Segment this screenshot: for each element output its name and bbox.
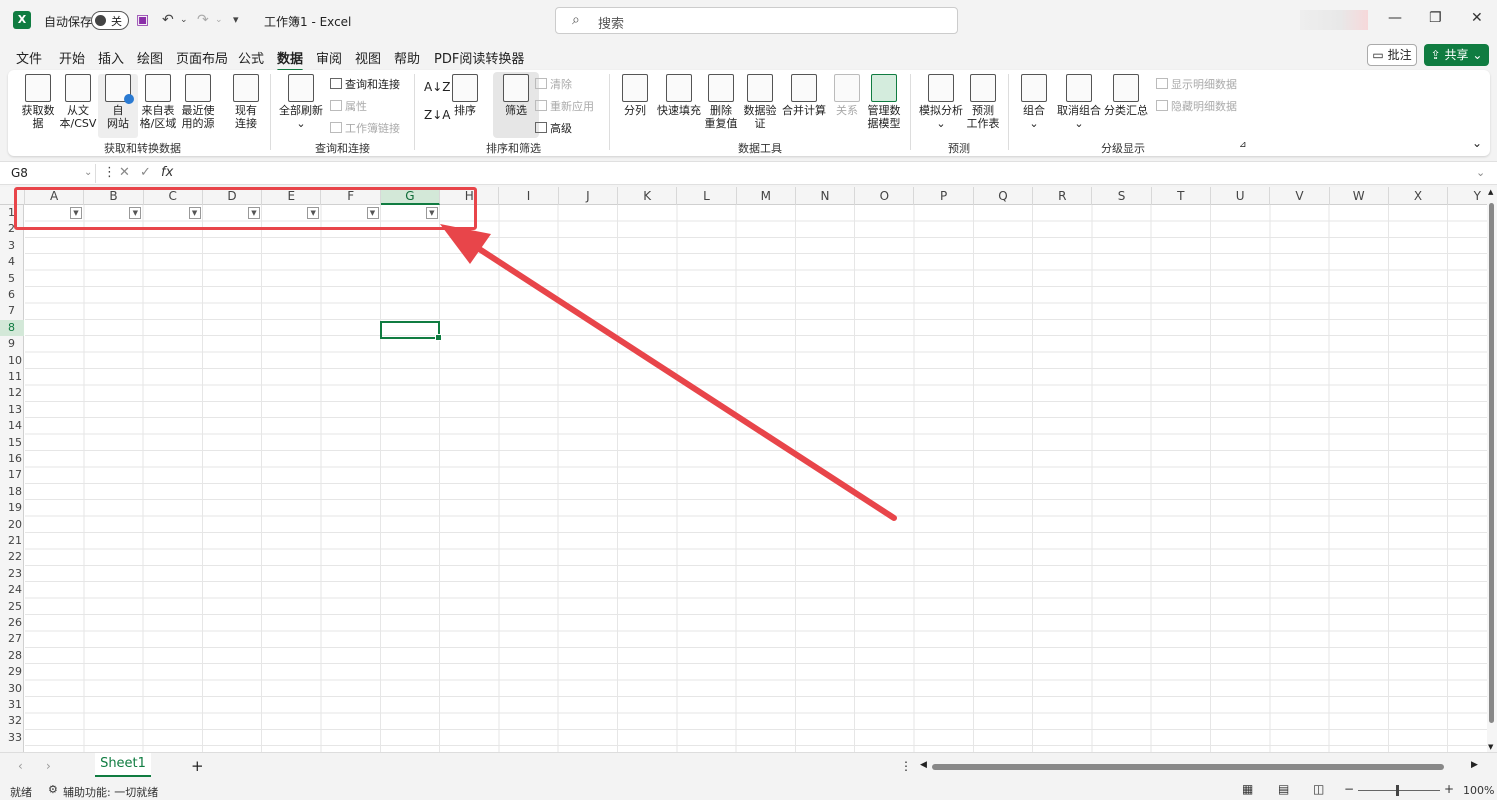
next-sheet-icon[interactable]: › xyxy=(46,759,51,773)
prev-sheet-icon[interactable]: ‹ xyxy=(18,759,23,773)
zoom-out-icon[interactable]: − xyxy=(1344,782,1354,796)
more-options-icon[interactable]: ⋮ xyxy=(900,759,912,773)
add-sheet-icon[interactable]: + xyxy=(191,757,204,775)
scroll-left-icon[interactable]: ◀ xyxy=(920,760,927,770)
accessibility-icon[interactable]: ⚙ xyxy=(48,783,58,796)
sheet-tab-sheet1[interactable]: Sheet1 xyxy=(95,753,151,777)
status-bar: 就绪 ⚙ 辅助功能: 一切就绪 ▦ ▤ ◫ − + 100% xyxy=(0,780,1497,800)
ready-status: 就绪 xyxy=(10,786,32,799)
zoom-slider-thumb[interactable] xyxy=(1396,785,1399,796)
page-break-view-icon[interactable]: ◫ xyxy=(1313,782,1324,796)
zoom-slider[interactable] xyxy=(1358,790,1440,791)
normal-view-icon[interactable]: ▦ xyxy=(1242,782,1253,796)
zoom-level[interactable]: 100% xyxy=(1463,784,1494,797)
sheet-tab-bar: ‹ › Sheet1 + ⋮ ◀ ▶ xyxy=(0,752,1497,780)
annotation-arrow xyxy=(440,224,897,521)
zoom-in-icon[interactable]: + xyxy=(1444,782,1454,796)
scroll-right-icon[interactable]: ▶ xyxy=(1471,760,1478,770)
page-layout-view-icon[interactable]: ▤ xyxy=(1278,782,1289,796)
horizontal-scrollbar[interactable] xyxy=(932,764,1444,770)
accessibility-status[interactable]: 辅助功能: 一切就绪 xyxy=(63,784,158,800)
